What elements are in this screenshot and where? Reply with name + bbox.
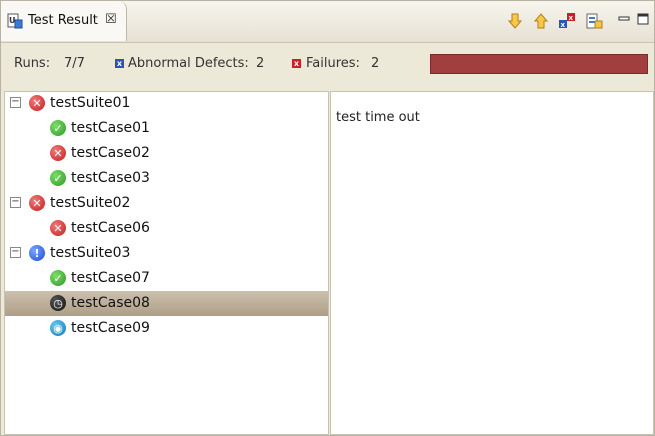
test-tree: − ✕ testSuite01 ✓ testCase01 ✕ testCase02 ✓ test… (4, 91, 329, 435)
error-status-icon: ✕ (29, 95, 45, 111)
tree-case-row[interactable]: ✓ testCase01 (5, 116, 328, 141)
tree-item-label: testCase07 (71, 270, 150, 286)
failures-icon: x (292, 59, 301, 68)
tree-item-label: testCase02 (71, 145, 150, 161)
tree-item-label: testCase06 (71, 220, 150, 236)
abnormal-defects-label: Abnormal Defects: (128, 56, 249, 71)
failure-detail-pane: test time out (330, 91, 654, 435)
tree-suite-row[interactable]: − ✕ testSuite01 (5, 91, 328, 116)
svg-text:x: x (561, 21, 566, 29)
failure-message: test time out (336, 110, 420, 125)
tree-case-row[interactable]: ✓ testCase03 (5, 166, 328, 191)
svg-text:x: x (569, 14, 574, 22)
tree-item-label: testSuite01 (50, 95, 131, 111)
failures-label: Failures: (306, 56, 360, 71)
tree-suite-row[interactable]: −! testSuite03 (5, 241, 328, 266)
maximize-icon[interactable] (637, 13, 649, 25)
tab-bar: U Test Result ☒ x x (1, 1, 654, 43)
close-icon[interactable]: ☒ (105, 12, 117, 27)
error-status-icon: ✕ (29, 195, 45, 211)
info-status-icon: ! (29, 245, 45, 261)
failures-value: 2 (371, 56, 380, 71)
tree-case-row[interactable]: ✕ testCase02 (5, 141, 328, 166)
tree-case-row[interactable]: ✓ testCase07 (5, 266, 328, 291)
collapse-toggle-icon[interactable]: − (10, 247, 21, 258)
ok-status-icon: ✓ (50, 120, 66, 136)
tree-item-label: testSuite03 (50, 245, 131, 261)
tree-item-label: testCase08 (71, 295, 150, 311)
minimize-icon[interactable] (618, 13, 630, 25)
collapse-toggle-icon[interactable]: − (10, 97, 21, 108)
timeout-status-icon: ◷ (50, 295, 66, 311)
abnormal-defects-icon: x (115, 59, 124, 68)
tree-suite-row[interactable]: − ✕ testSuite02 (5, 191, 328, 216)
runs-value: 7/7 (64, 56, 85, 71)
tree-case-row[interactable]: ◉ testCase09 (5, 316, 328, 341)
progress-bar (430, 54, 648, 74)
tree-item-label: testCase03 (71, 170, 150, 186)
test-result-app-icon: U (7, 13, 23, 29)
tree-item-label: testSuite02 (50, 195, 131, 211)
tree-item-label: testCase01 (71, 120, 150, 136)
tab-title: Test Result (28, 13, 98, 28)
tree-case-row[interactable]: ◷ testCase08 (5, 291, 328, 316)
tree-case-row[interactable]: ✕ testCase06 (5, 216, 328, 241)
error-status-icon: ✕ (50, 220, 66, 236)
next-failure-icon[interactable] (506, 12, 524, 30)
skipped-status-icon: ◉ (50, 320, 66, 336)
tab-test-result[interactable]: U Test Result ☒ (1, 1, 127, 41)
collapse-toggle-icon[interactable]: − (10, 197, 21, 208)
history-icon[interactable] (585, 12, 603, 30)
show-failures-only-icon[interactable]: x x (558, 12, 576, 30)
test-result-view: U Test Result ☒ x x Runs: 7/7 x Abnormal… (0, 0, 655, 436)
error-status-icon: ✕ (50, 145, 66, 161)
previous-failure-icon[interactable] (532, 12, 550, 30)
runs-label: Runs: (14, 56, 51, 71)
ok-status-icon: ✓ (50, 170, 66, 186)
abnormal-defects-value: 2 (256, 56, 265, 71)
tree-item-label: testCase09 (71, 320, 150, 336)
ok-status-icon: ✓ (50, 270, 66, 286)
